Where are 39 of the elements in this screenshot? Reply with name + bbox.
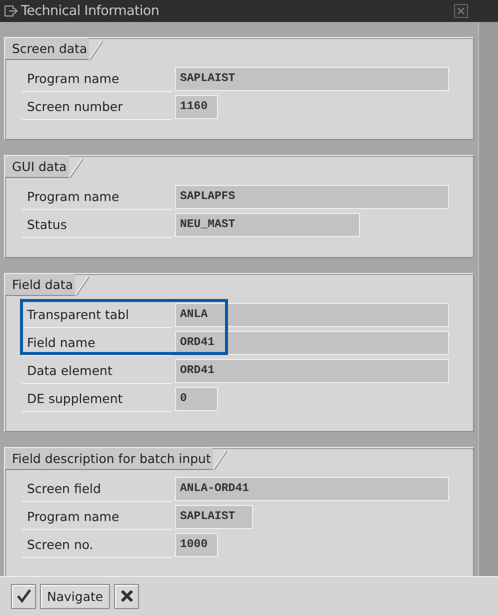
field-label: Status (22, 212, 172, 238)
field-label: Field name (22, 330, 172, 356)
confirm-button[interactable] (11, 584, 36, 608)
tab-edge (74, 276, 89, 296)
group-title: Screen data (5, 38, 90, 60)
field-label: Data element (22, 358, 172, 384)
close-button[interactable] (454, 4, 468, 18)
field-label: Program name (22, 504, 172, 530)
field-label: Screen field (22, 476, 172, 502)
output-field: 0 (175, 387, 218, 411)
tab-edge (68, 158, 83, 178)
output-field: NEU_MAST (175, 213, 360, 237)
field-label: DE supplement (22, 386, 172, 412)
output-field: 1160 (175, 95, 218, 119)
tab-edge (89, 40, 104, 60)
cancel-button[interactable] (114, 584, 140, 608)
field-label: Transparent tabl (22, 302, 172, 328)
output-field: ANLA (175, 303, 449, 327)
output-field: 1000 (175, 533, 218, 557)
checkmark-icon (16, 589, 32, 603)
field-label: Screen no. (22, 532, 172, 558)
close-icon (457, 7, 465, 15)
tab-edge (212, 450, 227, 470)
field-label: Program name (22, 184, 172, 210)
output-field: ANLA-ORD41 (175, 477, 449, 501)
output-field: SAPLAPFS (175, 185, 449, 209)
window-title: Technical Information (21, 3, 160, 19)
output-field: ORD41 (175, 331, 449, 355)
output-field: SAPLAIST (175, 505, 253, 529)
field-label: Screen number (22, 94, 172, 120)
window-icon (4, 5, 18, 17)
cross-icon (120, 589, 134, 603)
navigate-button[interactable]: Navigate (40, 584, 110, 608)
field-label: Program name (22, 66, 172, 92)
group-title: Field data (5, 274, 75, 296)
output-field: ORD41 (175, 359, 449, 383)
output-field: SAPLAIST (175, 67, 449, 91)
group-title: GUI data (5, 156, 69, 178)
group-title: Field description for batch input (5, 448, 213, 470)
